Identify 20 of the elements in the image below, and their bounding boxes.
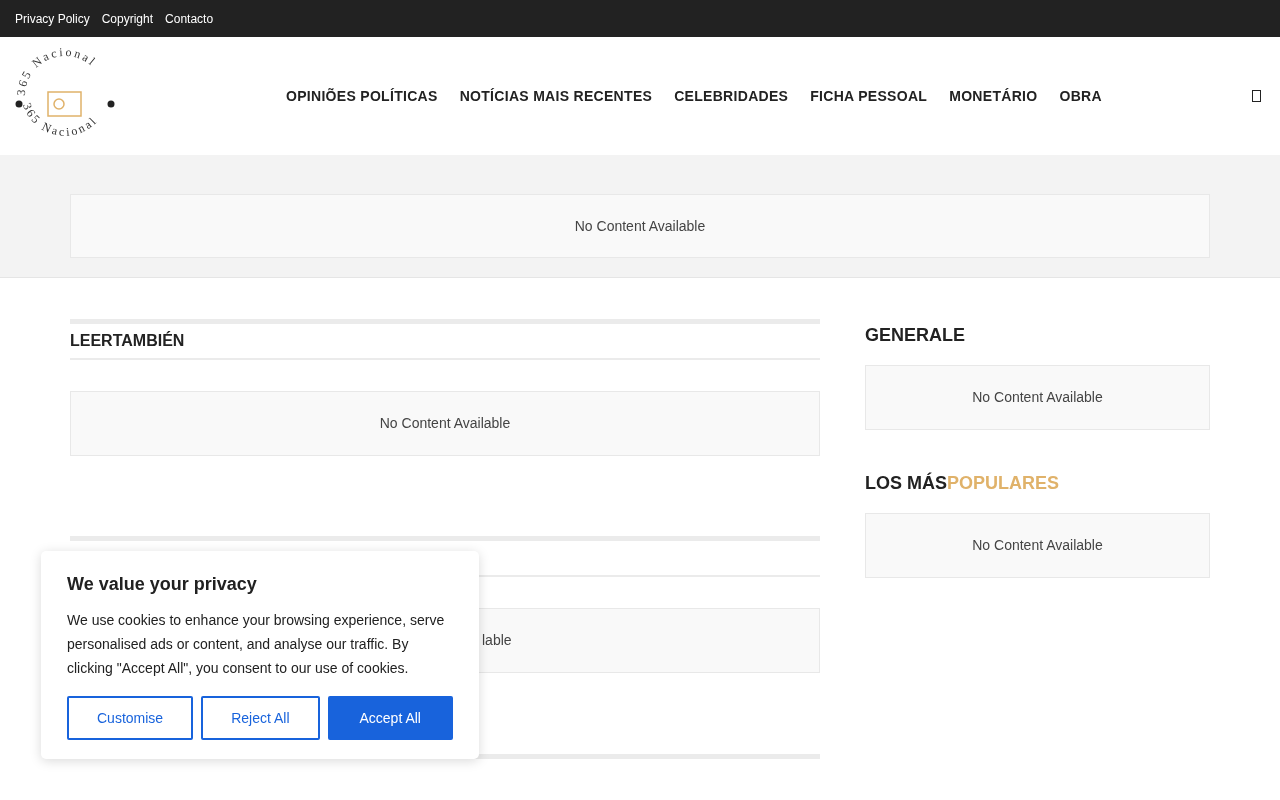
nav-link[interactable]: MONETÁRIO — [949, 85, 1038, 107]
empty-content-box: No Content Available — [865, 513, 1210, 578]
nav-link[interactable]: NOTÍCIAS MAIS RECENTES — [459, 85, 653, 107]
top-link[interactable]: Privacy Policy — [15, 9, 90, 28]
widget-heading: LOS MÁSPOPULARES — [865, 471, 1061, 495]
section-heading: LEERTAMBIÉN — [70, 330, 185, 351]
nav-link[interactable]: FICHA PESSOAL — [810, 85, 928, 107]
top-link[interactable]: Copyright — [101, 9, 154, 28]
nav-link[interactable]: OPINIÕES POLÍTICAS — [286, 85, 438, 107]
nav-link[interactable]: CELEBRIDADES — [674, 85, 789, 107]
empty-content-box: No Content Available — [865, 365, 1210, 430]
empty-content-box: No Content Available — [70, 391, 820, 456]
empty-content-box: No Content Available — [70, 194, 1210, 258]
consent-button[interactable]: Customise — [67, 696, 194, 740]
consent-button[interactable]: Accept All — [327, 696, 453, 740]
popup-title: We value your privacy — [67, 573, 258, 596]
nav-link[interactable]: OBRA — [1059, 85, 1102, 107]
widget-heading: GENERALE — [865, 324, 966, 347]
consent-button[interactable]: Reject All — [201, 696, 320, 740]
top-link[interactable]: Contacto — [165, 9, 214, 28]
